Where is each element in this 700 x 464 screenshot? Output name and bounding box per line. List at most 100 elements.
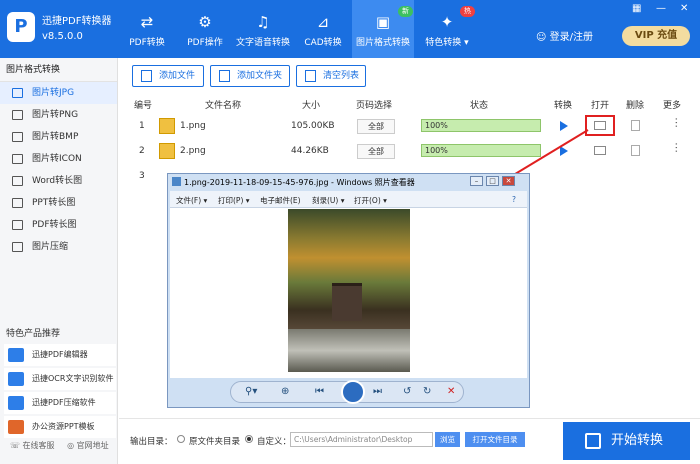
- rotate-right-icon[interactable]: ↻: [423, 386, 431, 397]
- table-row: 2 2.png 44.26KB 全部 100% ⋯: [129, 140, 689, 164]
- sidebar-item-label: Word转长图: [32, 176, 83, 186]
- delete-icon[interactable]: ✕: [447, 386, 455, 397]
- nav-label: 图片格式转换: [355, 38, 410, 48]
- previous-icon[interactable]: ⏮: [315, 386, 324, 397]
- zoom-icon[interactable]: ⚲▾: [245, 386, 257, 397]
- custom-folder-radio[interactable]: [245, 435, 253, 443]
- product-pdf-editor[interactable]: 迅捷PDF编辑器: [4, 344, 116, 366]
- menu-print[interactable]: 打印(P) ▾: [218, 195, 250, 206]
- source-folder-label: 原文件夹目录: [189, 437, 241, 447]
- header-more: 更多: [663, 101, 682, 111]
- document-icon: [12, 198, 23, 208]
- next-icon[interactable]: ⏭: [373, 386, 382, 397]
- delete-trash-icon[interactable]: [631, 120, 640, 131]
- user-icon: ☺: [536, 32, 550, 43]
- product-label: 迅捷OCR文字识别软件: [32, 374, 114, 383]
- more-dots-icon[interactable]: ⋯: [670, 117, 683, 128]
- custom-folder-label: 自定义：: [257, 437, 292, 447]
- viewer-minimize-icon[interactable]: –: [470, 176, 483, 186]
- swap-icon: ⇄: [140, 13, 154, 31]
- sidebar-item-to-icon[interactable]: 图片转ICON: [0, 148, 117, 170]
- output-path-field[interactable]: C:\Users\Administrator\Desktop: [290, 432, 433, 447]
- photo-viewer-window: 1.png-2019-11-18-09-15-45-976.jpg - Wind…: [167, 173, 530, 408]
- sidebar-item-label: PDF转长图: [32, 220, 77, 230]
- nav-cad-convert[interactable]: ⊿ CAD转换: [294, 0, 352, 58]
- open-folder-button[interactable]: 打开文件目录: [465, 432, 525, 447]
- delete-trash-icon[interactable]: [631, 145, 640, 156]
- nav-special-convert[interactable]: ✦ 特色转换 ▾ 热: [416, 0, 478, 58]
- vip-button[interactable]: VIP 充值: [622, 26, 690, 46]
- waterfall: [288, 329, 410, 372]
- viewer-controls: ⚲▾ ⊕ ⏮ ⏭ ↺ ↻ ✕: [230, 380, 464, 404]
- help-icon[interactable]: ?: [512, 195, 516, 204]
- sidebar-item-label: 图片转ICON: [32, 154, 82, 164]
- start-convert-button[interactable]: 开始转换: [563, 422, 690, 460]
- sidebar-item-label: 图片转PNG: [32, 110, 79, 120]
- product-ocr[interactable]: 迅捷OCR文字识别软件: [4, 368, 116, 390]
- globe-icon: ◎: [67, 441, 77, 450]
- menu-email[interactable]: 电子邮件(E): [260, 195, 301, 206]
- more-dots-icon[interactable]: ⋯: [670, 142, 683, 153]
- sidebar-bottom: ☏ 在线客服 ◎ 官网地址: [10, 440, 109, 451]
- app-name: 迅捷PDF转换器: [42, 16, 112, 27]
- browse-button[interactable]: 浏览: [435, 432, 460, 447]
- compress-icon: [8, 396, 24, 410]
- viewer-close-icon[interactable]: ✕: [502, 176, 515, 186]
- website-link[interactable]: ◎ 官网地址: [67, 441, 109, 450]
- header-delete: 删除: [626, 101, 645, 111]
- page-select-button[interactable]: 全部: [357, 119, 395, 134]
- row-size: 44.26KB: [291, 146, 329, 156]
- minimize-icon[interactable]: —: [656, 3, 666, 14]
- close-icon[interactable]: ✕: [680, 3, 688, 14]
- sidebar-item-to-png[interactable]: 图片转PNG: [0, 104, 117, 126]
- sidebar-item-compress[interactable]: 图片压缩: [0, 236, 117, 258]
- page-select-button[interactable]: 全部: [357, 144, 395, 159]
- sidebar-item-label: 图片转BMP: [32, 132, 79, 142]
- viewer-maximize-icon[interactable]: □: [486, 176, 499, 186]
- play-icon: [585, 433, 601, 449]
- skin-icon[interactable]: ▦: [632, 3, 641, 14]
- nav-image-convert[interactable]: ▣ 图片格式转换 新: [352, 0, 414, 58]
- add-file-icon: [141, 70, 152, 82]
- open-folder-icon[interactable]: [594, 146, 606, 155]
- product-ppt-template[interactable]: 办公资源PPT模板: [4, 416, 116, 438]
- row-num: 1: [139, 121, 145, 131]
- image-icon: [12, 88, 23, 98]
- featured-title: 特色产品推荐: [6, 329, 61, 339]
- slideshow-icon[interactable]: [341, 380, 365, 404]
- product-label: 办公资源PPT模板: [32, 422, 95, 431]
- sidebar-item-word-long[interactable]: Word转长图: [0, 170, 117, 192]
- add-folder-icon: [219, 70, 230, 82]
- start-label: 开始转换: [611, 433, 664, 448]
- login-button[interactable]: ☺ 登录/注册: [536, 28, 593, 43]
- nav-label: PDF转换: [129, 38, 165, 48]
- service-link[interactable]: ☏ 在线客服: [10, 441, 55, 450]
- document-icon: [12, 220, 23, 230]
- clear-list-button[interactable]: 清空列表: [296, 65, 366, 87]
- sidebar-item-pdf-long[interactable]: PDF转长图: [0, 214, 117, 236]
- sidebar-item-ppt-long[interactable]: PPT转长图: [0, 192, 117, 214]
- rotate-left-icon[interactable]: ↺: [403, 386, 411, 397]
- button-label: 添加文件: [159, 71, 196, 81]
- new-badge: 新: [398, 6, 413, 17]
- menu-open[interactable]: 打开(O) ▾: [354, 195, 387, 206]
- nav-pdf-operate[interactable]: ⚙ PDF操作: [176, 0, 234, 58]
- fit-icon[interactable]: ⊕: [281, 386, 289, 397]
- nav-text-speech[interactable]: ♫ 文字语音转换: [234, 0, 292, 58]
- add-file-button[interactable]: 添加文件: [132, 65, 204, 87]
- sidebar-item-to-bmp[interactable]: 图片转BMP: [0, 126, 117, 148]
- menu-file[interactable]: 文件(F) ▾: [176, 195, 207, 206]
- source-folder-radio[interactable]: [177, 435, 185, 443]
- product-pdf-compress[interactable]: 迅捷PDF压缩软件: [4, 392, 116, 414]
- nav-label: 文字语音转换: [235, 38, 290, 48]
- nav-label: CAD转换: [304, 38, 342, 48]
- viewer-menu-bar: 文件(F) ▾ 打印(P) ▾ 电子邮件(E) 刻录(U) ▾ 打开(O) ▾ …: [170, 191, 527, 208]
- bottom-bar: 输出目录： 原文件夹目录 自定义： C:\Users\Administrator…: [119, 418, 700, 464]
- sidebar-item-label: 图片压缩: [32, 242, 69, 252]
- row-size: 105.00KB: [291, 121, 335, 131]
- nav-label: PDF操作: [187, 38, 223, 48]
- menu-burn[interactable]: 刻录(U) ▾: [312, 195, 345, 206]
- nav-pdf-convert[interactable]: ⇄ PDF转换: [118, 0, 176, 58]
- add-folder-button[interactable]: 添加文件夹: [210, 65, 290, 87]
- sidebar-item-to-jpg[interactable]: 图片转JPG: [0, 82, 117, 104]
